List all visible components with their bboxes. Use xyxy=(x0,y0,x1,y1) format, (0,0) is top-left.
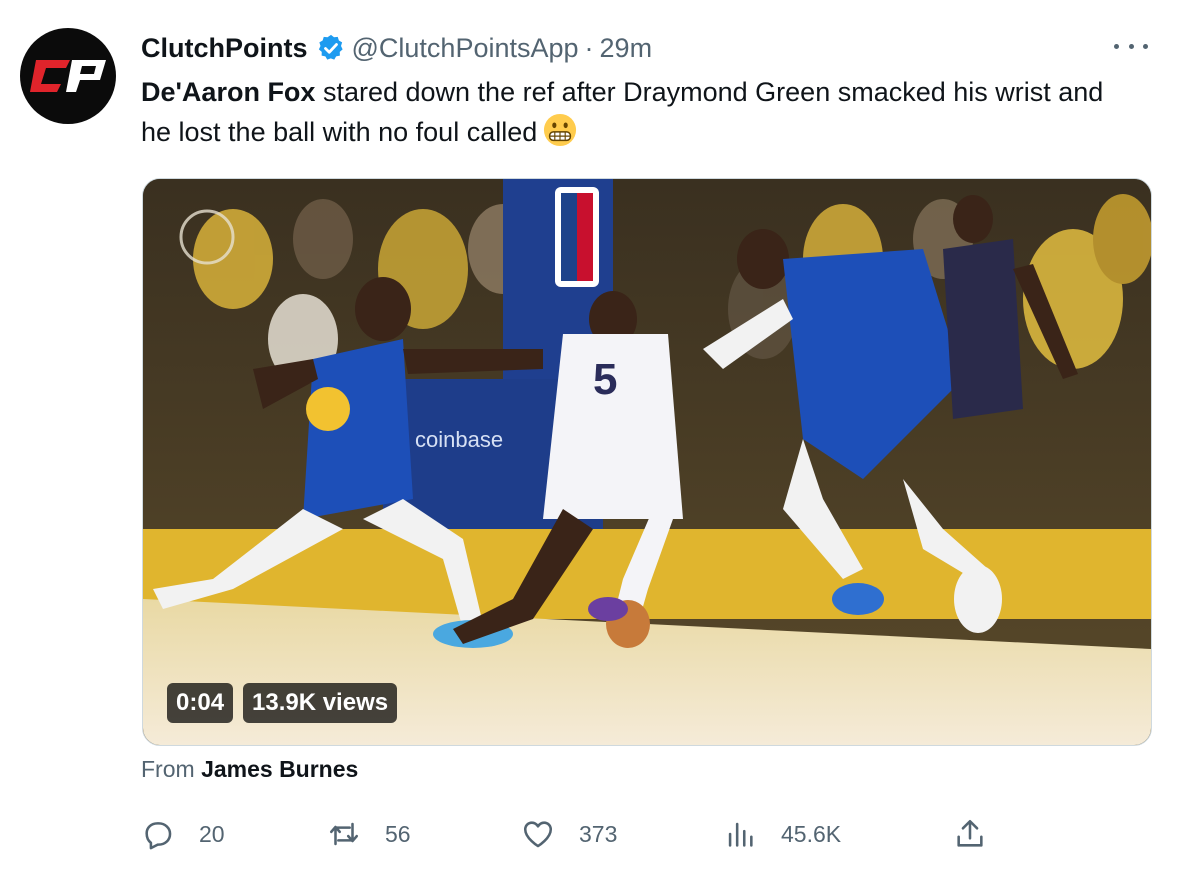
tweet-header: ClutchPoints @ClutchPointsApp · 29m xyxy=(141,30,652,66)
jersey-number-text: 5 xyxy=(593,355,617,404)
share-icon xyxy=(957,819,983,847)
author-name[interactable]: ClutchPoints xyxy=(141,33,308,64)
tweet-timestamp[interactable]: 29m xyxy=(600,33,653,64)
reply-count: 20 xyxy=(199,820,225,847)
mentioned-player: De'Aaron Fox xyxy=(141,77,316,107)
more-options-icon[interactable] xyxy=(1114,34,1148,58)
clutchpoints-logo xyxy=(30,60,106,92)
video-source: From James Burnes xyxy=(141,756,358,783)
like-count: 373 xyxy=(579,820,618,847)
heart-icon xyxy=(523,821,553,848)
separator-dot: · xyxy=(584,32,594,63)
tweet-text: De'Aaron Fox stared down the ref after D… xyxy=(141,72,1131,152)
author-handle[interactable]: @ClutchPointsApp xyxy=(352,33,579,64)
retweet-button[interactable]: 56 xyxy=(327,812,411,856)
video-views-badge: 13.9K views xyxy=(243,683,398,723)
views-button[interactable]: 45.6K xyxy=(723,812,841,856)
retweet-icon xyxy=(329,822,359,846)
tweet-actions: 20 56 373 45.6K xyxy=(141,812,1001,856)
reply-icon xyxy=(145,822,172,850)
avatar[interactable] xyxy=(20,28,116,124)
analytics-icon xyxy=(728,822,753,847)
share-button[interactable] xyxy=(953,812,987,856)
source-author-link[interactable]: James Burnes xyxy=(201,756,358,782)
grimacing-face-emoji xyxy=(544,113,577,147)
reply-button[interactable]: 20 xyxy=(141,812,225,856)
court-sponsor-text: coinbase xyxy=(415,427,503,452)
like-button[interactable]: 373 xyxy=(521,812,617,856)
video-duration-badge: 0:04 xyxy=(167,683,234,723)
video-player[interactable]: coinbase 5 0:04 13.9K views xyxy=(142,178,1152,746)
tweet-card[interactable]: ClutchPoints @ClutchPointsApp · 29m De'A… xyxy=(0,0,1180,880)
verified-badge-icon xyxy=(318,34,343,60)
retweet-count: 56 xyxy=(385,820,411,847)
video-frame-basketball: coinbase 5 xyxy=(143,179,1151,745)
view-count: 45.6K xyxy=(781,820,842,847)
from-prefix: From xyxy=(141,756,195,782)
